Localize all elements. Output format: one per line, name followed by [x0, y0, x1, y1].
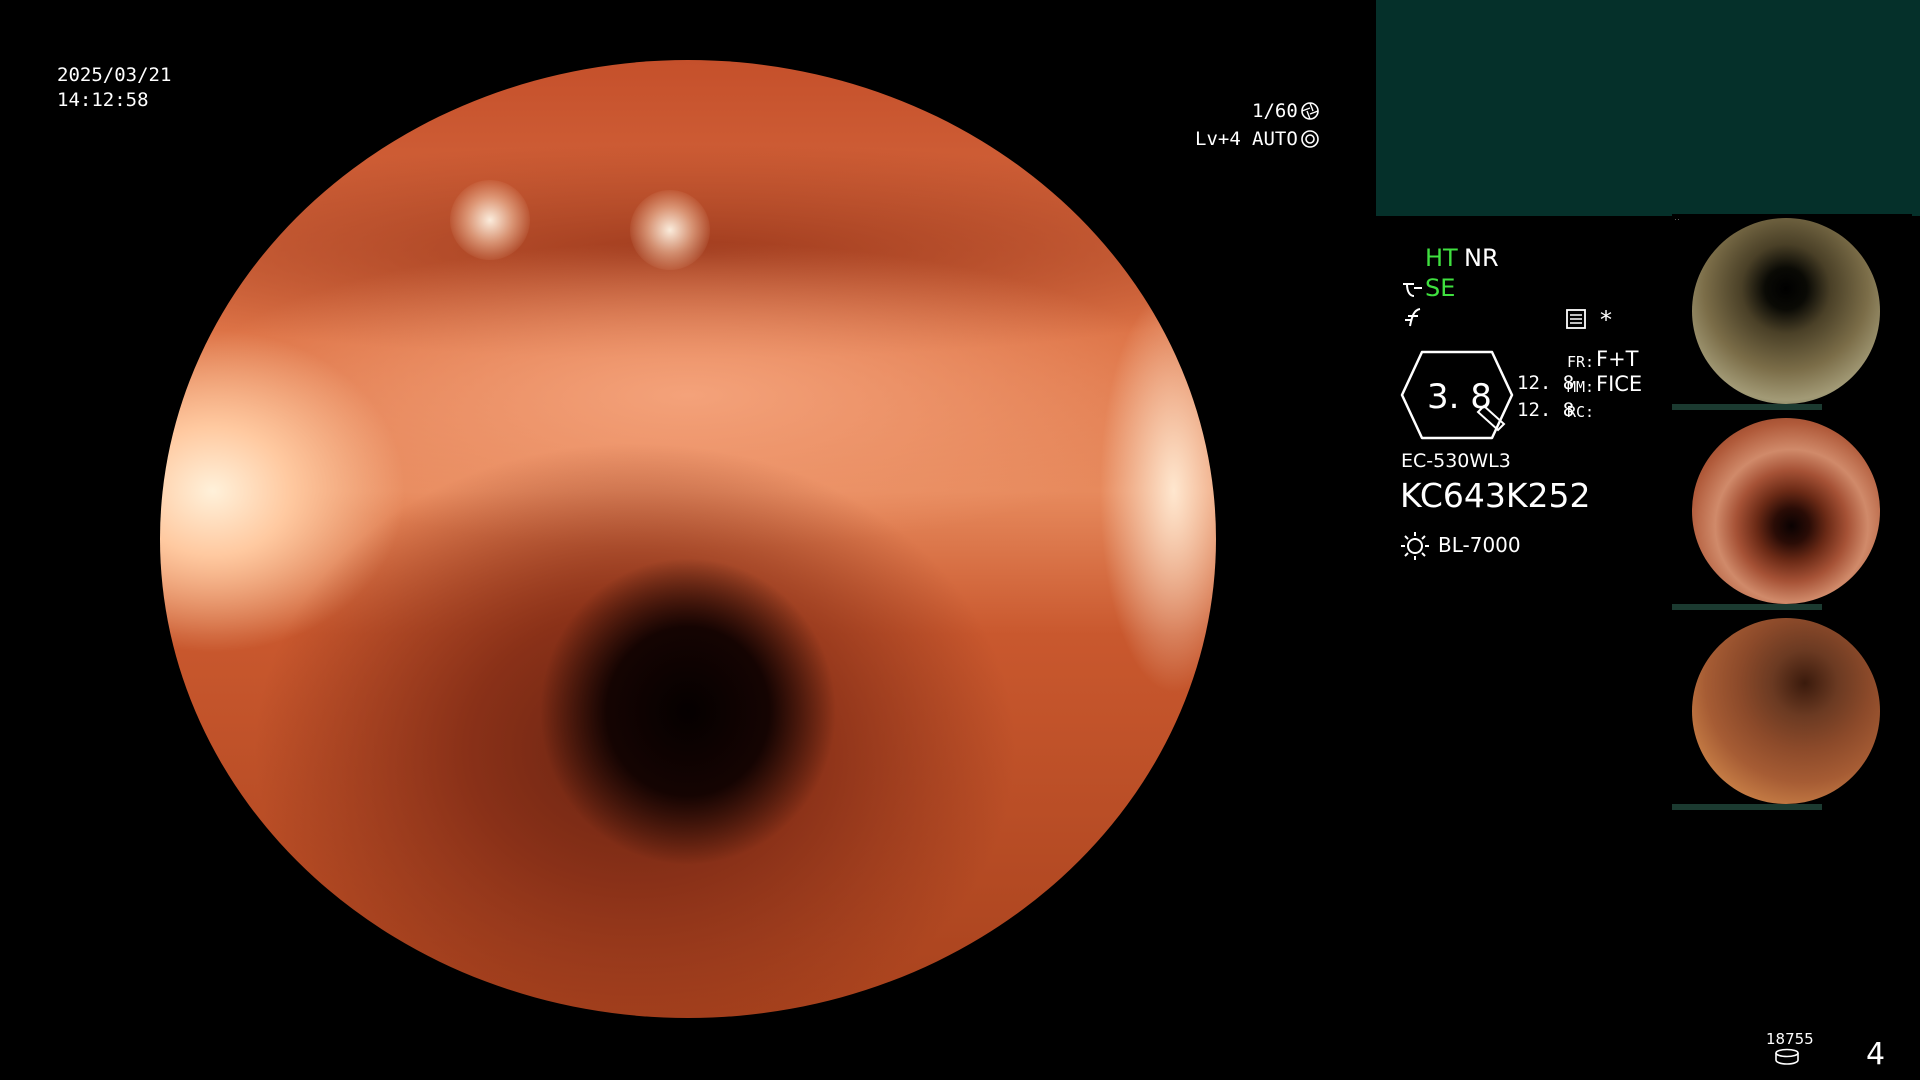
scope-serial: KC643K252 — [1400, 476, 1591, 515]
light-reflection — [450, 180, 530, 260]
mm-value: FICE — [1596, 372, 1643, 396]
fr-label: FR: — [1567, 353, 1595, 371]
page-number: 4 — [1866, 1037, 1886, 1072]
brightness-level: Lv+4 — [1195, 128, 1241, 150]
captured-thumbnail-1[interactable]: .. — [1672, 214, 1912, 410]
shutter-speed: 1/60 — [1252, 100, 1298, 122]
enhancement-value-1: 12. 8 — [1517, 372, 1575, 394]
mm-label: MM: — [1567, 378, 1595, 396]
scope-hook-icon — [1403, 283, 1422, 297]
shutter-icon — [1301, 102, 1319, 120]
asterisk-marker: * — [1600, 306, 1612, 334]
light-source-model: BL-7000 — [1438, 533, 1521, 557]
endoscope-live-view — [160, 60, 1216, 1018]
time-label: 14:12:58 — [57, 89, 149, 111]
captured-thumbnail-2[interactable] — [1672, 414, 1912, 610]
captured-thumbnail-3[interactable] — [1672, 614, 1912, 810]
rc-label: RC: — [1567, 403, 1595, 421]
scope-model: EC-530WL3 — [1401, 450, 1511, 472]
preview-panel — [1376, 0, 1920, 216]
disk-stack-icon — [1775, 1048, 1799, 1065]
enhancement-value-2: 12. 8 — [1517, 399, 1575, 421]
date-label: 2025/03/21 — [57, 64, 172, 86]
ht-mode: HT — [1425, 244, 1458, 272]
light-reflection — [630, 190, 710, 270]
auto-iris-icon — [1301, 130, 1319, 148]
enhancement-value: 3. 8 — [1427, 377, 1492, 417]
lamp-icon — [1401, 532, 1429, 560]
iris-mode: AUTO — [1252, 128, 1298, 150]
nr-mode: NR — [1464, 244, 1499, 272]
storage-count: 18755 — [1766, 1030, 1814, 1048]
se-mode: SE — [1425, 274, 1456, 302]
curve-icon — [1405, 308, 1421, 327]
memo-icon — [1566, 309, 1586, 329]
fr-value: F+T — [1596, 347, 1639, 371]
